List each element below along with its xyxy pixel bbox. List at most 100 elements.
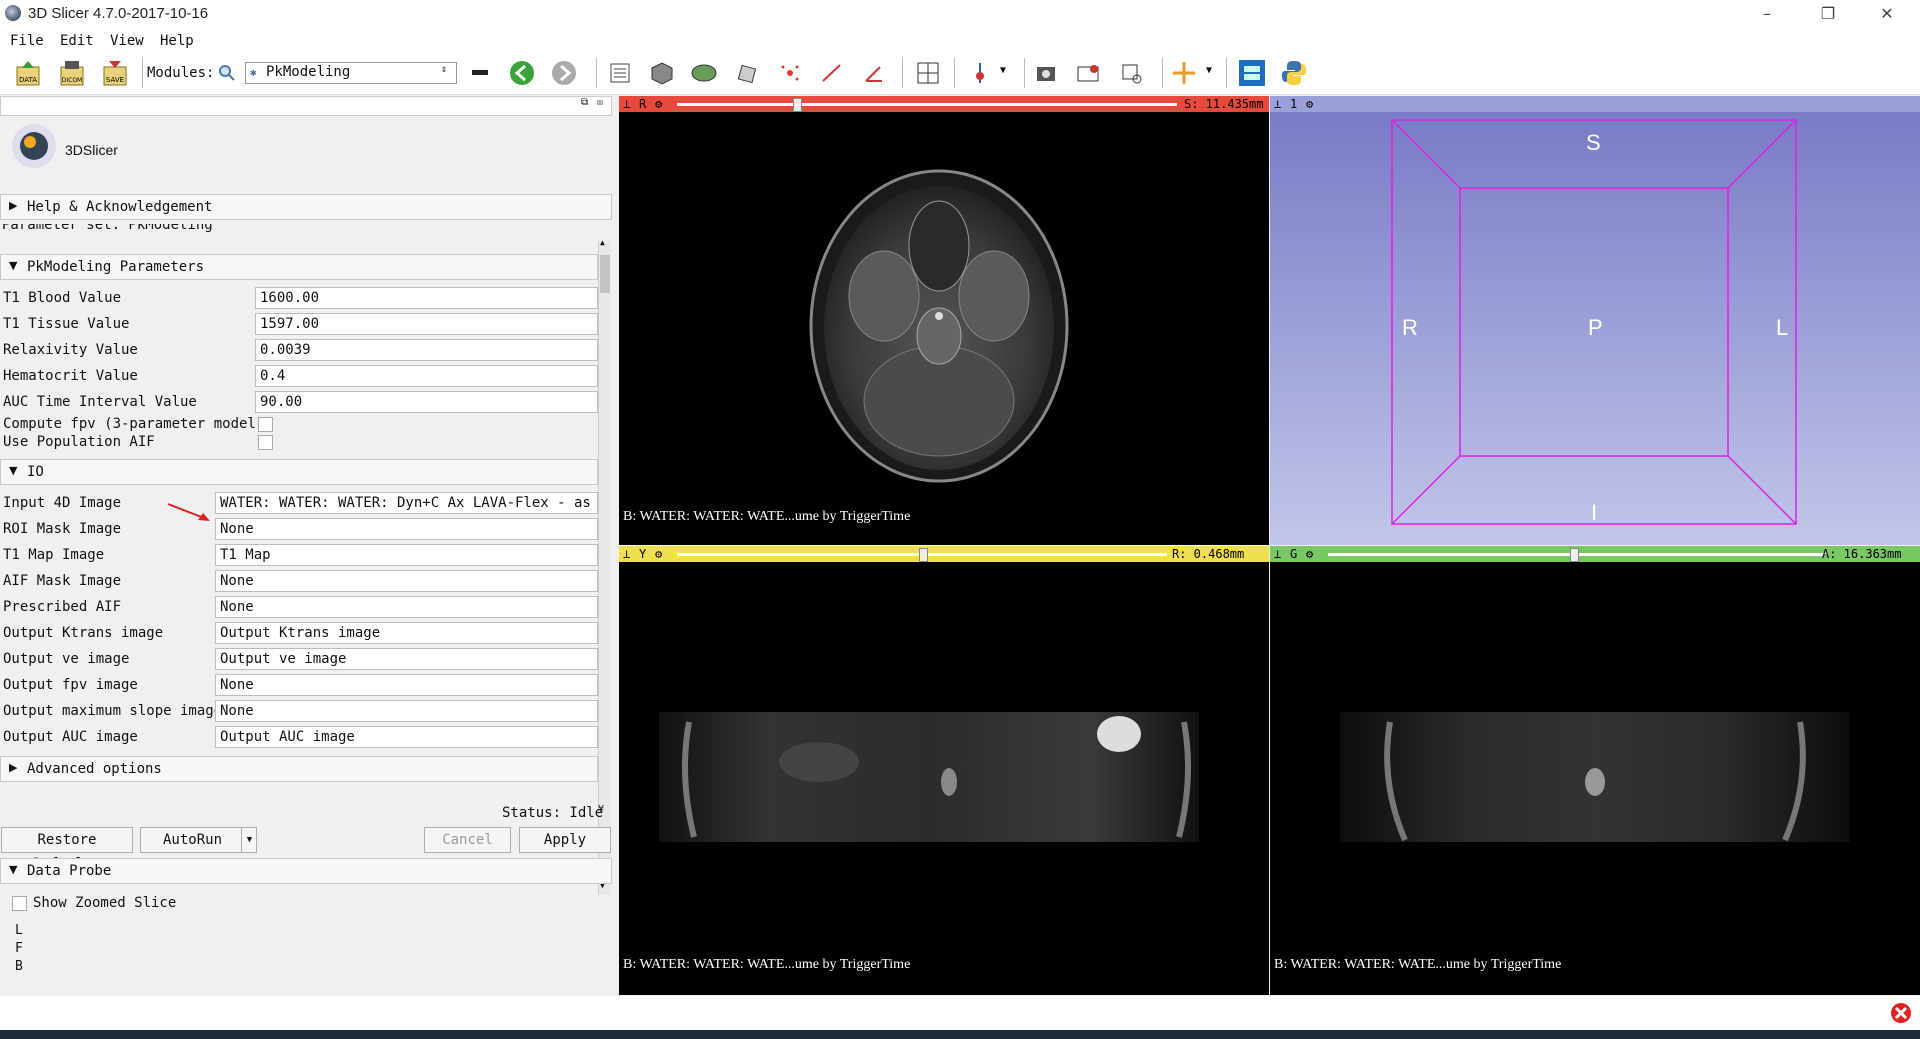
green-slice-view[interactable]: ⊥ G ⚙ A: 16.363mm B: WATER: WATER: WATE.… [1270,546,1920,995]
mouse-mode-icon[interactable] [1118,59,1146,87]
crosshair-dropdown-icon[interactable]: ▼ [1206,65,1212,76]
apply-button[interactable]: Apply [519,827,611,853]
maximize-button[interactable]: ❐ [1805,0,1851,30]
close-panel-icon[interactable]: ☒ [597,97,603,108]
advanced-section[interactable]: ▶ Advanced options [0,756,598,782]
module-icon: ✱ [250,66,257,79]
red-arrow-annotation-icon [167,503,210,521]
axis-label-r: R [1402,315,1418,340]
io-section-label: IO [27,464,44,480]
menu-edit[interactable]: Edit [60,33,94,49]
pin-icon[interactable]: ⊥ [623,96,630,112]
models-icon[interactable] [690,59,718,87]
data-module-icon[interactable] [606,59,634,87]
prescribed-aif-selector[interactable]: None [215,596,598,618]
relaxivity-input[interactable]: 0.0039 [255,339,598,361]
menu-file[interactable]: File [10,33,44,49]
t1-map-selector[interactable]: T1 Map [215,544,598,566]
green-view-letter: G [1290,547,1298,561]
green-slider-handle[interactable] [1570,548,1579,562]
red-slice-controller[interactable]: ⊥ R ⚙ S: 11.435mm [619,96,1269,112]
green-pin-icon[interactable]: ⊥ [1274,546,1281,562]
ruler-icon[interactable] [818,59,846,87]
yellow-slice-offset: R: 0.468mm [1172,547,1245,561]
max-slope-selector[interactable]: None [215,700,598,722]
back-arrow-icon[interactable] [508,59,536,87]
status-expand-icon[interactable]: ¥ [598,804,604,815]
advanced-label: Advanced options [27,761,162,777]
t1-blood-input[interactable]: 1600.00 [255,287,598,309]
aif-mask-selector[interactable]: None [215,570,598,592]
ve-selector[interactable]: Output ve image [215,648,598,670]
forward-arrow-icon[interactable] [550,59,578,87]
ktrans-selector[interactable]: Output Ktrans image [215,622,598,644]
pk-params-section[interactable]: ▼ PkModeling Parameters [0,254,598,280]
hematocrit-input[interactable]: 0.4 [255,365,598,387]
red-slider-handle[interactable] [793,98,802,112]
yellow-slice-controller[interactable]: ⊥ Y ⚙ R: 0.468mm [619,546,1269,562]
threed-controller[interactable]: ⊥ 1 ⚙ [1270,96,1920,112]
yellow-pin-icon[interactable]: ⊥ [623,546,630,562]
chevron-down-icon[interactable]: ▼ [1000,65,1006,76]
yellow-link-icon[interactable]: ⚙ [655,546,662,562]
volumes-icon[interactable] [648,59,676,87]
error-log-icon[interactable] [1890,1002,1912,1024]
dicom-button[interactable]: DICOM [58,59,86,87]
scroll-up-icon[interactable]: ▲ [600,238,605,247]
help-section[interactable]: ▶ Help & Acknowledgement [0,194,612,220]
search-icon[interactable] [218,64,236,82]
transforms-icon[interactable] [734,59,762,87]
layout-icon[interactable] [914,59,942,87]
t1-tissue-input[interactable]: 1597.00 [255,313,598,335]
fpv-selector[interactable]: None [215,674,598,696]
compute-fpv-checkbox[interactable] [258,417,273,432]
yellow-slice-view[interactable]: ⊥ Y ⚙ R: 0.468mm B: WATER: WATER: WATE..… [619,546,1269,995]
red-link-icon[interactable]: ⚙ [655,96,662,112]
green-link-icon[interactable]: ⚙ [1306,546,1313,562]
scene-view-icon[interactable] [1074,59,1102,87]
input-4d-selector[interactable]: WATER: WATER: WATER: Dyn+C Ax LAVA-Flex … [215,492,598,514]
chevron-updown-icon: ⇕ [441,64,448,75]
red-slice-view[interactable]: ⊥ R ⚙ S: 11.435mm B: WATER: WATER: WATE.… [619,96,1269,545]
roi-mask-selector[interactable]: None [215,518,598,540]
threed-pin-icon[interactable]: ⊥ [1274,96,1281,112]
auc-interval-input[interactable]: 90.00 [255,391,598,413]
zoomed-slice-checkbox[interactable] [12,896,27,911]
slicer-logo-icon [12,124,56,168]
green-slice-controller[interactable]: ⊥ G ⚙ A: 16.363mm [1270,546,1920,562]
io-section[interactable]: ▼ IO [0,459,598,485]
float-icon[interactable]: ⧉ [581,97,588,108]
save-button[interactable]: SAVE [101,59,129,87]
module-selector[interactable]: ✱ PkModeling ⇕ [245,62,457,84]
population-aif-checkbox[interactable] [258,435,273,450]
data-probe-section[interactable]: ▼ Data Probe [0,858,612,884]
auc-selector[interactable]: Output AUC image [215,726,598,748]
menu-view[interactable]: View [110,33,144,49]
screenshot-icon[interactable] [1032,59,1060,87]
restore-defaults-button[interactable]: Restore Defaults [1,827,133,872]
yellow-slider-handle[interactable] [919,548,928,562]
close-button[interactable]: ✕ [1864,0,1910,30]
module-history-icon[interactable] [472,70,488,75]
markups-icon[interactable] [776,59,804,87]
threed-settings-icon[interactable]: ⚙ [1306,96,1313,112]
red-slice-slider[interactable] [677,103,1177,106]
autorun-button[interactable]: AutoRun ▼ [140,827,257,853]
title-bar: 3D Slicer 4.7.0-2017-10-16 – ❐ ✕ [0,0,1920,30]
extension-manager-icon[interactable] [1238,59,1266,87]
autorun-dropdown-icon[interactable]: ▼ [241,828,257,852]
crosshair-pointer-icon[interactable] [966,59,994,87]
main-toolbar: DATA DICOM SAVE Modules: ✱ PkModeling ⇕ [0,52,1920,95]
data-label: DATA [19,76,37,84]
scrollbar[interactable]: ▲ ▼ [598,238,611,895]
probe-letter-b: B [15,959,23,974]
python-console-icon[interactable] [1280,59,1308,87]
cancel-button[interactable]: Cancel [424,827,511,853]
load-data-button[interactable]: DATA [14,59,42,87]
scrollbar-thumb[interactable] [600,255,610,293]
crosshair-icon[interactable] [1170,59,1198,87]
minimize-button[interactable]: – [1744,0,1790,30]
angle-icon[interactable] [860,59,888,87]
threed-view[interactable]: ⊥ 1 ⚙ S I R L P [1270,96,1920,545]
menu-help[interactable]: Help [160,33,194,49]
